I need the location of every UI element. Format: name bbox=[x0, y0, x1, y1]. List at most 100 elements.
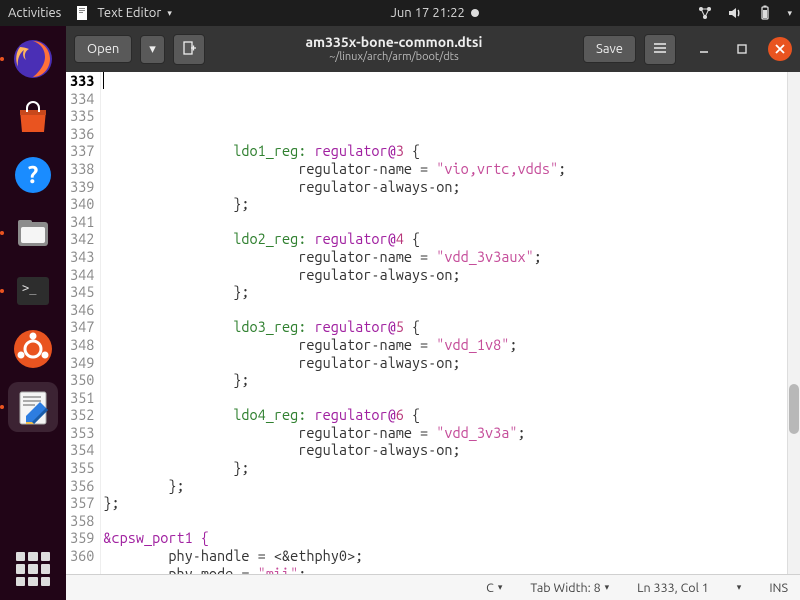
line-number: 351 bbox=[70, 389, 94, 407]
dock-item-ubuntu[interactable] bbox=[8, 324, 58, 374]
files-icon bbox=[12, 212, 54, 254]
volume-icon[interactable] bbox=[727, 5, 743, 21]
close-button[interactable] bbox=[768, 37, 792, 61]
svg-text:>_: >_ bbox=[22, 281, 37, 295]
line-number: 345 bbox=[70, 283, 94, 301]
code-line[interactable]: phy-handle = <&ethphy0>; bbox=[103, 547, 800, 565]
line-number: 355 bbox=[70, 459, 94, 477]
terminal-icon: >_ bbox=[12, 270, 54, 312]
code-line[interactable]: ldo1_reg: regulator@3 { bbox=[103, 142, 800, 160]
code-line[interactable]: &cpsw_port1 { bbox=[103, 529, 800, 547]
tabwidth-label: Tab Width: 8 bbox=[530, 581, 600, 595]
insert-label: INS bbox=[769, 581, 788, 595]
svg-text:?: ? bbox=[28, 161, 39, 188]
code-line[interactable]: regulator-name = "vdd_1v8"; bbox=[103, 336, 800, 354]
vertical-scrollbar[interactable] bbox=[787, 72, 800, 574]
line-number: 352 bbox=[70, 406, 94, 424]
hamburger-menu-button[interactable] bbox=[644, 34, 676, 65]
line-number: 354 bbox=[70, 441, 94, 459]
app-menu[interactable]: Text Editor ▾ bbox=[75, 5, 172, 21]
close-icon bbox=[774, 43, 786, 55]
hamburger-icon bbox=[653, 41, 667, 55]
line-number: 333 bbox=[70, 72, 94, 90]
dock-item-files[interactable] bbox=[8, 208, 58, 258]
code-line[interactable]: }; bbox=[103, 195, 800, 213]
open-button[interactable]: Open bbox=[74, 35, 132, 63]
activities-button[interactable]: Activities bbox=[8, 6, 61, 20]
code-line[interactable] bbox=[103, 512, 800, 530]
dock-item-software[interactable] bbox=[8, 92, 58, 142]
open-recent-button[interactable]: ▾ bbox=[140, 35, 165, 64]
minimize-button[interactable] bbox=[692, 37, 716, 61]
line-number: 346 bbox=[70, 301, 94, 319]
code-line[interactable] bbox=[103, 301, 800, 319]
code-line[interactable]: regulator-always-on; bbox=[103, 441, 800, 459]
code-line[interactable] bbox=[103, 389, 800, 407]
code-line[interactable]: regulator-name = "vio,vrtc,vdds"; bbox=[103, 160, 800, 178]
line-number: 343 bbox=[70, 248, 94, 266]
code-line[interactable]: }; bbox=[103, 283, 800, 301]
ubuntu-icon bbox=[12, 328, 54, 370]
line-number: 359 bbox=[70, 529, 94, 547]
new-document-icon bbox=[182, 41, 196, 55]
code-line[interactable]: regulator-name = "vdd_3v3aux"; bbox=[103, 248, 800, 266]
code-line[interactable]: }; bbox=[103, 494, 800, 512]
code-line[interactable]: regulator-always-on; bbox=[103, 266, 800, 284]
code-line[interactable] bbox=[103, 213, 800, 231]
line-number: 349 bbox=[70, 354, 94, 372]
new-tab-button[interactable] bbox=[173, 34, 205, 65]
code-line[interactable]: phy-mode = "mii"; bbox=[103, 565, 800, 574]
chevron-down-icon[interactable]: ▾ bbox=[737, 582, 742, 593]
line-number: 347 bbox=[70, 318, 94, 336]
line-number: 334 bbox=[70, 90, 94, 108]
chevron-down-icon: ▾ bbox=[605, 582, 610, 593]
code-line[interactable]: regulator-always-on; bbox=[103, 354, 800, 372]
dock-item-text-editor[interactable] bbox=[8, 382, 58, 432]
code-line[interactable]: regulator-name = "vdd_3v3a"; bbox=[103, 424, 800, 442]
minimize-icon bbox=[698, 43, 710, 55]
maximize-icon bbox=[736, 43, 748, 55]
dock-item-terminal[interactable]: >_ bbox=[8, 266, 58, 316]
window-title: am335x-bone-common.dtsi ~/linux/arch/arm… bbox=[213, 35, 575, 62]
filepath-label: ~/linux/arch/arm/boot/dts bbox=[213, 51, 575, 63]
line-number-gutter: 3333343353363373383393403413423433443453… bbox=[66, 72, 101, 574]
line-number: 342 bbox=[70, 230, 94, 248]
code-line[interactable]: ldo2_reg: regulator@4 { bbox=[103, 230, 800, 248]
line-number: 358 bbox=[70, 512, 94, 530]
show-applications-button[interactable] bbox=[16, 552, 50, 586]
code-line[interactable]: }; bbox=[103, 477, 800, 495]
save-button[interactable]: Save bbox=[583, 35, 636, 63]
line-number: 344 bbox=[70, 266, 94, 284]
code-line[interactable] bbox=[103, 125, 800, 143]
code-view[interactable]: ldo1_reg: regulator@3 { regulator-name =… bbox=[101, 72, 800, 574]
line-number: 353 bbox=[70, 424, 94, 442]
language-selector[interactable]: C ▾ bbox=[486, 581, 502, 595]
battery-icon[interactable] bbox=[757, 5, 773, 21]
line-number: 336 bbox=[70, 125, 94, 143]
line-number: 357 bbox=[70, 494, 94, 512]
dock-item-firefox[interactable] bbox=[8, 34, 58, 84]
chevron-down-icon[interactable]: ▾ bbox=[787, 8, 792, 19]
code-line[interactable]: }; bbox=[103, 371, 800, 389]
code-line[interactable]: }; bbox=[103, 459, 800, 477]
line-number: 350 bbox=[70, 371, 94, 389]
cursor-position[interactable]: Ln 333, Col 1 bbox=[637, 581, 709, 595]
code-line[interactable]: ldo3_reg: regulator@5 { bbox=[103, 318, 800, 336]
firefox-icon bbox=[12, 38, 54, 80]
scrollbar-thumb[interactable] bbox=[789, 384, 799, 434]
network-icon[interactable] bbox=[697, 5, 713, 21]
ubuntu-dock: ? >_ bbox=[0, 26, 66, 600]
shopping-bag-icon bbox=[12, 96, 54, 138]
code-line[interactable]: ldo4_reg: regulator@6 { bbox=[103, 406, 800, 424]
maximize-button[interactable] bbox=[730, 37, 754, 61]
gedit-window: Open ▾ am335x-bone-common.dtsi ~/linux/a… bbox=[66, 26, 800, 600]
statusbar: C ▾ Tab Width: 8 ▾ Ln 333, Col 1 ▾ INS bbox=[66, 574, 800, 600]
line-number: 335 bbox=[70, 107, 94, 125]
editor-area[interactable]: 3333343353363373383393403413423433443453… bbox=[66, 72, 800, 574]
dock-item-help[interactable]: ? bbox=[8, 150, 58, 200]
code-line[interactable]: regulator-always-on; bbox=[103, 178, 800, 196]
language-label: C bbox=[486, 581, 494, 595]
insert-mode[interactable]: INS bbox=[769, 581, 788, 595]
clock[interactable]: Jun 17 21:22 bbox=[390, 6, 464, 20]
tabwidth-selector[interactable]: Tab Width: 8 ▾ bbox=[530, 581, 609, 595]
